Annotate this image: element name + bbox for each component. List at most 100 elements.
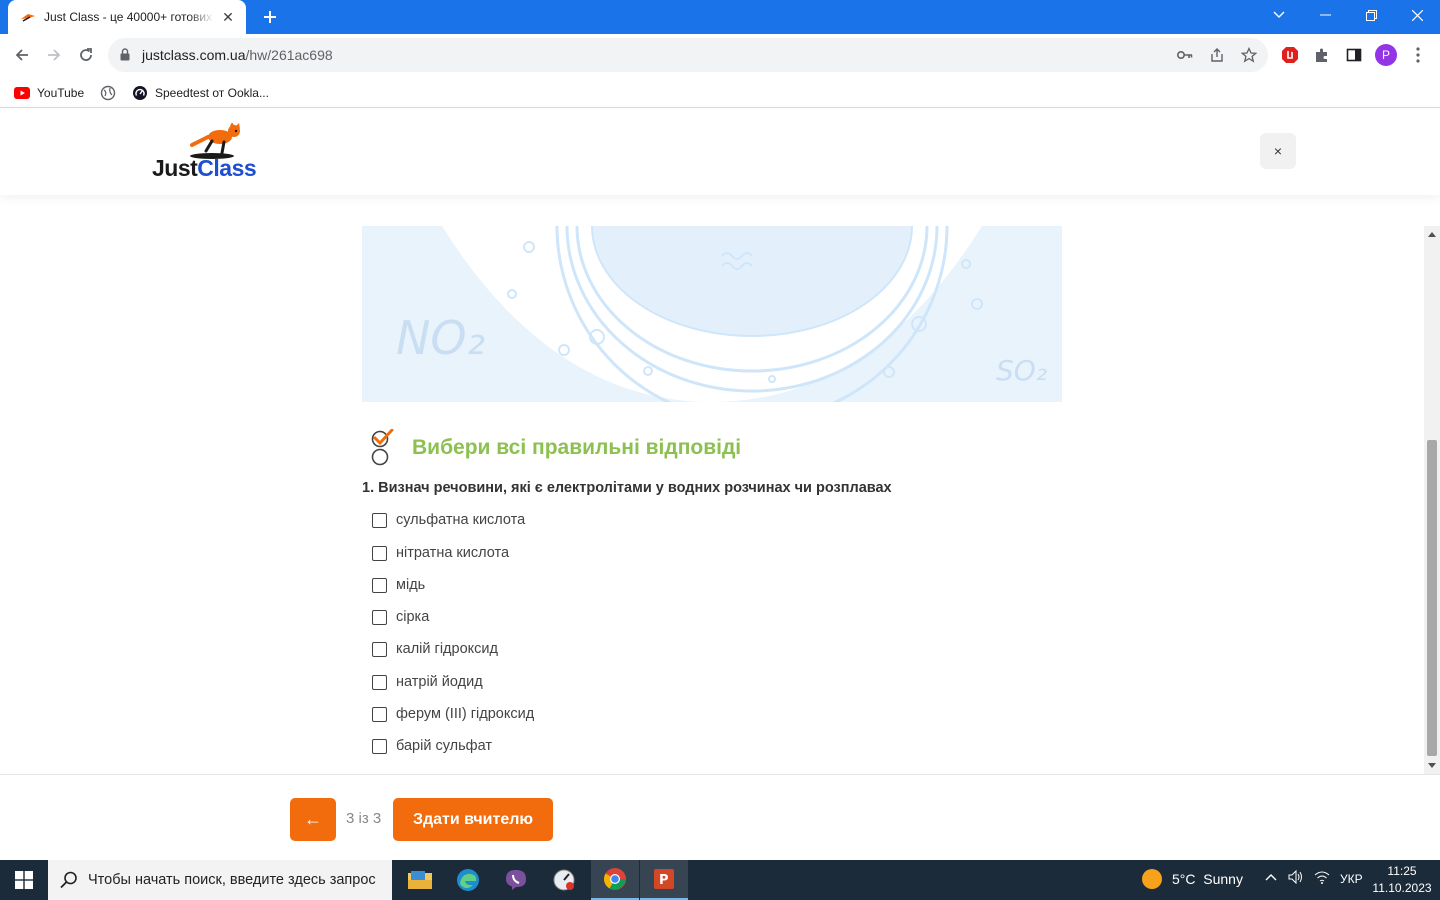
answer-label: нітратна кислота: [396, 545, 510, 561]
edge-browser-icon[interactable]: [444, 860, 492, 900]
answer-option[interactable]: барій сульфат: [372, 735, 492, 757]
answer-option[interactable]: натрій йодид: [372, 671, 483, 693]
file-explorer-icon[interactable]: [396, 860, 444, 900]
taskbar-clock[interactable]: 11:25 11.10.2023: [1370, 863, 1434, 897]
star-icon[interactable]: [1239, 45, 1259, 65]
sun-icon: [1142, 869, 1162, 889]
close-window-icon[interactable]: [1394, 0, 1440, 30]
chemistry-illustration: NO₂ SO₂: [362, 226, 1062, 402]
taskbar-search[interactable]: Чтобы начать поиск, введите здесь запрос: [48, 860, 392, 900]
weather-text: 5°C Sunny: [1172, 871, 1243, 887]
question-counter: 3 із 3: [346, 810, 382, 827]
multi-choice-icon: [371, 429, 394, 466]
tab-close-icon[interactable]: ✕: [220, 9, 236, 25]
adblock-extension-icon[interactable]: [1278, 43, 1302, 67]
answer-label: калій гідроксид: [396, 641, 498, 657]
bookmark-label: Speedtest от Ookla...: [155, 86, 269, 100]
viber-icon[interactable]: [492, 860, 540, 900]
globe-icon: [100, 85, 116, 101]
youtube-icon: [14, 87, 30, 99]
profile-avatar[interactable]: P: [1375, 44, 1397, 66]
scroll-down-arrow-icon[interactable]: [1428, 763, 1436, 768]
answer-checkbox[interactable]: [372, 641, 387, 657]
bookmark-speedtest[interactable]: Speedtest от Ookla...: [132, 82, 269, 104]
justclass-favicon-icon: [20, 9, 36, 25]
so2-formula: SO₂: [996, 354, 1047, 387]
answer-checkbox[interactable]: [372, 706, 387, 722]
answer-option[interactable]: калій гідроксид: [372, 638, 498, 660]
system-monitor-icon[interactable]: [540, 860, 588, 900]
tray-chevron-icon[interactable]: [1265, 870, 1277, 884]
answer-checkbox[interactable]: [372, 738, 387, 754]
browser-tab[interactable]: Just Class - це 40000+ готових з ✕: [8, 0, 246, 34]
speedtest-icon: [133, 86, 147, 100]
minimize-icon[interactable]: [1302, 0, 1348, 30]
answer-checkbox[interactable]: [372, 545, 387, 561]
powerpoint-icon[interactable]: P: [640, 860, 688, 900]
answer-label: сульфатна кислота: [396, 512, 526, 528]
url-domain: justclass.com.ua: [142, 47, 246, 63]
answer-option[interactable]: сірка: [372, 606, 429, 628]
fox-mascot-icon: [190, 123, 240, 159]
chrome-icon[interactable]: [591, 860, 639, 900]
previous-question-button[interactable]: ←: [290, 798, 336, 841]
windows-start-icon[interactable]: [0, 860, 48, 900]
answer-option[interactable]: ферум (III) гідроксид: [372, 703, 534, 725]
scrollbar-thumb[interactable]: [1427, 440, 1437, 756]
extensions-puzzle-icon[interactable]: [1310, 43, 1334, 67]
url-path: /hw/261ac698: [245, 47, 333, 63]
address-bar[interactable]: justclass.com.ua/hw/261ac698: [108, 38, 1268, 72]
bookmark-label: YouTube: [37, 86, 85, 100]
tab-title: Just Class - це 40000+ готових з: [44, 10, 214, 24]
url-text[interactable]: justclass.com.ua/hw/261ac698: [142, 47, 333, 63]
menu-kebab-icon[interactable]: [1406, 43, 1430, 67]
question-text: 1. Визнач речовини, які є електролітами …: [362, 480, 892, 496]
share-icon[interactable]: [1207, 45, 1227, 65]
lock-icon[interactable]: [120, 48, 130, 66]
answer-checkbox[interactable]: [372, 512, 387, 528]
answer-checkbox[interactable]: [372, 674, 387, 690]
browser-toolbar: justclass.com.ua/hw/261ac698 P: [0, 34, 1440, 76]
language-indicator[interactable]: УКР: [1340, 872, 1363, 886]
bookmark-globe[interactable]: [100, 82, 123, 104]
taskbar-search-placeholder: Чтобы начать поиск, введите здесь запрос: [88, 872, 376, 888]
restore-icon[interactable]: [1348, 0, 1394, 30]
clock-time: 11:25: [1387, 864, 1417, 878]
browser-tab-strip: Just Class - це 40000+ готових з ✕: [0, 0, 1440, 34]
weather-widget[interactable]: 5°C Sunny: [1142, 869, 1243, 889]
svg-text:P: P: [659, 873, 669, 888]
answer-option[interactable]: сульфатна кислота: [372, 509, 525, 531]
answer-option[interactable]: мідь: [372, 574, 425, 596]
no2-formula: NO₂: [396, 311, 485, 365]
answer-label: барій сульфат: [396, 738, 492, 754]
main-content: NO₂ SO₂ Вибери всі правильні відповіді 1…: [0, 195, 1424, 774]
answer-label: мідь: [396, 577, 426, 593]
back-arrow-icon[interactable]: [8, 41, 36, 69]
close-button[interactable]: ×: [1260, 133, 1296, 169]
bookmarks-bar: YouTube Speedtest от Ookla...: [0, 76, 1440, 108]
content-scrollbar[interactable]: [1424, 226, 1440, 774]
key-icon[interactable]: [1175, 45, 1195, 65]
search-icon: [60, 871, 77, 889]
tab-search-icon[interactable]: [1256, 0, 1302, 30]
new-tab-icon[interactable]: [258, 5, 282, 29]
reload-icon[interactable]: [72, 41, 100, 69]
quiz-footer: ← 3 із 3 Здати вчителю: [0, 774, 1440, 860]
question-heading-text: Вибери всі правильні відповіді: [412, 436, 742, 459]
clock-date: 11.10.2023: [1372, 881, 1432, 895]
scroll-up-arrow-icon[interactable]: [1428, 232, 1436, 237]
bookmark-youtube[interactable]: YouTube: [14, 82, 84, 104]
answer-checkbox[interactable]: [372, 577, 387, 593]
justclass-logo[interactable]: JustClass: [152, 123, 272, 183]
volume-icon[interactable]: [1288, 869, 1304, 887]
network-icon[interactable]: [1314, 870, 1330, 887]
answer-label: натрій йодид: [396, 674, 483, 690]
answer-label: сірка: [396, 609, 430, 625]
windows-taskbar: Чтобы начать поиск, введите здесь запрос…: [0, 860, 1440, 900]
forward-arrow-icon[interactable]: [40, 41, 68, 69]
answer-label: ферум (III) гідроксид: [396, 706, 535, 722]
answer-checkbox[interactable]: [372, 609, 387, 625]
answer-option[interactable]: нітратна кислота: [372, 542, 509, 564]
side-panel-icon[interactable]: [1342, 43, 1366, 67]
submit-to-teacher-button[interactable]: Здати вчителю: [393, 798, 553, 841]
